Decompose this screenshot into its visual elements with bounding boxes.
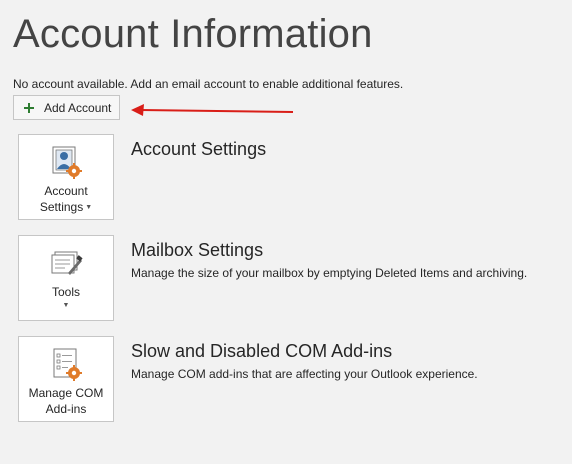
tools-tile[interactable]: Tools ▼	[18, 235, 114, 321]
account-settings-title: Account Settings	[131, 139, 267, 159]
account-settings-tile[interactable]: Account Settings ▼	[18, 134, 114, 220]
com-addins-description: Manage COM add-ins that are affecting yo…	[131, 367, 478, 381]
dropdown-caret-icon: ▼	[85, 203, 93, 211]
plus-icon	[24, 102, 34, 113]
red-arrow-annotation	[131, 104, 294, 116]
tools-tile-label: Tools	[51, 285, 80, 299]
page-title: Account Information	[13, 12, 373, 56]
mailbox-settings-description: Manage the size of your mailbox by empty…	[131, 266, 528, 280]
com-addins-title: Slow and Disabled COM Add-ins	[131, 341, 393, 361]
com-addins-icon	[53, 348, 82, 381]
mailbox-tools-icon	[51, 251, 83, 275]
manage-com-addins-tile[interactable]: Manage COM Add-ins	[18, 336, 114, 422]
add-account-label: Add Account	[44, 100, 112, 115]
mailbox-settings-title: Mailbox Settings	[131, 240, 264, 260]
dropdown-caret-icon: ▼	[62, 302, 70, 309]
add-account-button[interactable]: Add Account	[13, 95, 120, 120]
no-account-notice: No account available. Add an email accou…	[13, 77, 404, 91]
account-settings-tile-label: Account Settings ▼	[39, 184, 93, 214]
account-settings-icon	[52, 146, 82, 179]
manage-com-addins-tile-label: Manage COM Add-ins	[28, 386, 104, 416]
